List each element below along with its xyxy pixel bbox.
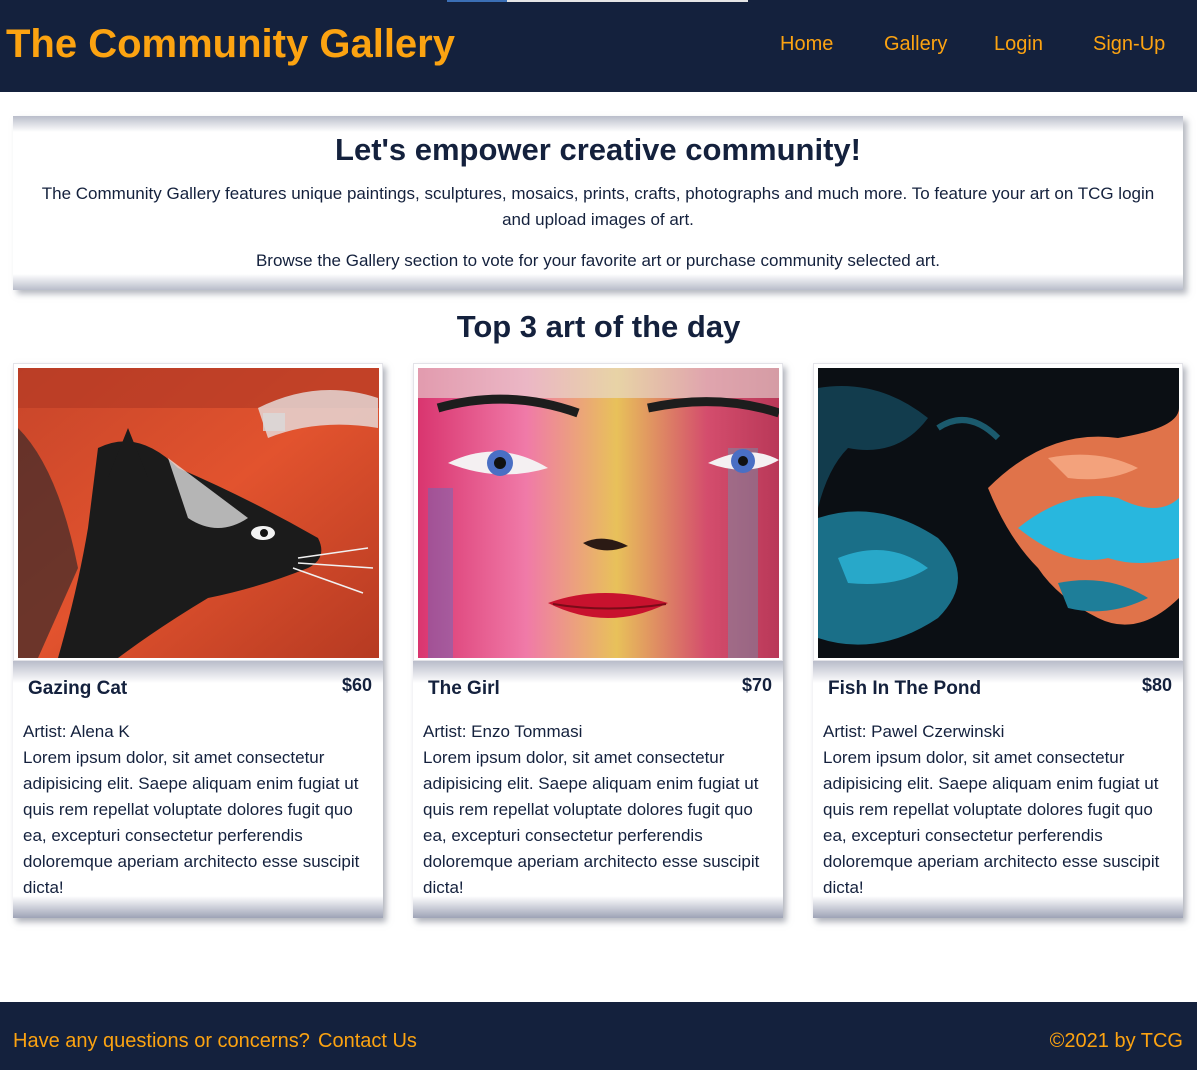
art-card[interactable]: Fish In The Pond $80 Artist: Pawel Czerw… — [813, 363, 1183, 918]
art-card-titlebar: Gazing Cat $60 — [13, 661, 383, 709]
art-title[interactable]: Gazing Cat — [28, 678, 127, 700]
page-loading-bar — [447, 0, 748, 2]
contact-us-link[interactable]: Contact Us — [318, 1030, 417, 1053]
art-price: $70 — [741, 675, 772, 695]
art-image-frame — [813, 363, 1183, 661]
art-description: Lorem ipsum dolor, sit amet consectetur … — [823, 748, 1160, 897]
art-artist: Artist: Enzo Tommasi — [423, 722, 583, 741]
footer-copyright: ©2021 by TCG — [1049, 1030, 1183, 1052]
art-description: Lorem ipsum dolor, sit amet consectetur … — [423, 748, 760, 897]
art-artist: Artist: Pawel Czerwinski — [823, 722, 1005, 741]
art-price: $80 — [1141, 675, 1172, 695]
fish-in-the-pond-artwork[interactable] — [818, 368, 1179, 658]
intro-heading: Let's empower creative community! — [335, 132, 861, 167]
brand-title[interactable]: The Community Gallery — [6, 22, 455, 67]
art-title[interactable]: The Girl — [428, 678, 500, 700]
top-art-heading: Top 3 art of the day — [456, 309, 741, 344]
art-card-footer-bar — [413, 896, 783, 918]
gazing-cat-artwork[interactable] — [18, 368, 379, 658]
art-card[interactable]: Gazing Cat $60 Artist: Alena K Lorem ips… — [13, 363, 383, 918]
art-card[interactable]: The Girl $70 Artist: Enzo Tommasi Lorem … — [413, 363, 783, 918]
intro-panel: Let's empower creative community! The Co… — [13, 116, 1183, 290]
art-card-titlebar: Fish In The Pond $80 — [813, 661, 1183, 709]
art-image-frame — [13, 363, 383, 661]
art-image-frame — [413, 363, 783, 661]
nav-sign-up[interactable]: Sign-Up — [1093, 33, 1165, 56]
art-description: Lorem ipsum dolor, sit amet consectetur … — [23, 748, 360, 897]
art-card-footer-bar — [13, 896, 383, 918]
intro-paragraph: The Community Gallery features unique pa… — [41, 184, 1155, 229]
nav-home[interactable]: Home — [780, 33, 833, 56]
page-footer: Have any questions or concerns? Contact … — [0, 1002, 1197, 1070]
nav-login[interactable]: Login — [994, 33, 1043, 56]
the-girl-artwork[interactable] — [418, 368, 779, 658]
art-title[interactable]: Fish In The Pond — [828, 678, 981, 700]
art-card-titlebar: The Girl $70 — [413, 661, 783, 709]
nav-gallery[interactable]: Gallery — [884, 33, 947, 56]
intro-browse-paragraph: Browse the Gallery section to vote for y… — [255, 251, 941, 270]
top-navbar: The Community Gallery Home Gallery Login… — [0, 0, 1197, 92]
art-artist: Artist: Alena K — [23, 722, 130, 741]
footer-question: Have any questions or concerns? — [13, 1030, 310, 1052]
art-price: $60 — [341, 675, 372, 695]
art-card-footer-bar — [813, 896, 1183, 918]
